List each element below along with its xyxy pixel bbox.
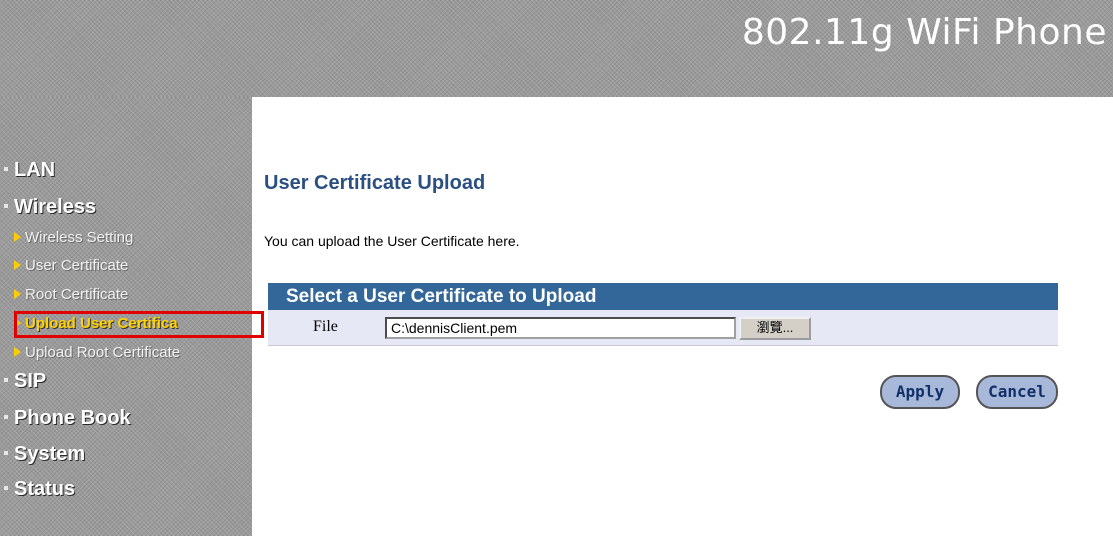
nav-status[interactable]: Status — [0, 477, 75, 501]
file-path-input[interactable]: C:\dennisClient.pem — [385, 317, 736, 339]
nav-wireless[interactable]: Wireless — [0, 195, 96, 219]
nav-phone-book[interactable]: Phone Book — [0, 406, 131, 430]
nav-root-certificate[interactable]: Root Certificate — [14, 285, 128, 305]
nav-sip-label: SIP — [14, 370, 47, 392]
nav-system[interactable]: System — [0, 442, 85, 466]
form-header: Select a User Certificate to Upload — [268, 283, 1058, 310]
nav-status-label: Status — [14, 478, 76, 500]
nav-phone-book-label: Phone Book — [14, 407, 131, 429]
nav-upload-root-certificate-label: Upload Root Certificate — [25, 344, 181, 361]
bullet-icon — [4, 377, 8, 382]
nav-user-certificate[interactable]: User Certificate — [14, 256, 128, 276]
bullet-icon — [4, 450, 8, 455]
bullet-icon — [4, 414, 8, 419]
bullet-icon — [4, 166, 8, 171]
highlight-box — [14, 311, 264, 338]
page-title: User Certificate Upload — [264, 172, 486, 194]
nav-sip[interactable]: SIP — [0, 369, 46, 393]
browse-button[interactable]: 瀏覽... — [739, 317, 811, 340]
bullet-icon — [4, 203, 8, 208]
nav-wireless-setting[interactable]: Wireless Setting — [14, 228, 133, 248]
bullet-icon — [4, 485, 8, 490]
nav-upload-root-certificate[interactable]: Upload Root Certificate — [14, 343, 180, 363]
file-label: File — [313, 318, 338, 335]
arrow-right-icon — [14, 232, 21, 243]
arrow-right-icon — [14, 260, 21, 271]
apply-button[interactable]: Apply — [880, 375, 960, 409]
nav-lan-label: LAN — [14, 159, 56, 181]
arrow-right-icon — [14, 347, 21, 358]
header-banner: 802.11g WiFi Phone — [0, 0, 1113, 97]
nav-root-certificate-label: Root Certificate — [25, 286, 129, 303]
cancel-button[interactable]: Cancel — [976, 375, 1058, 409]
nav-user-certificate-label: User Certificate — [25, 257, 129, 274]
content-corner-curve — [252, 97, 312, 157]
nav-wireless-label: Wireless — [14, 196, 97, 218]
product-title: 802.11g WiFi Phone — [741, 12, 1107, 53]
nav-lan[interactable]: LAN — [0, 158, 55, 182]
file-row: File C:\dennisClient.pem 瀏覽... — [268, 310, 1058, 346]
arrow-right-icon — [14, 289, 21, 300]
nav-system-label: System — [14, 443, 86, 465]
intro-text: You can upload the User Certificate here… — [264, 233, 520, 249]
nav-wireless-setting-label: Wireless Setting — [25, 229, 134, 246]
